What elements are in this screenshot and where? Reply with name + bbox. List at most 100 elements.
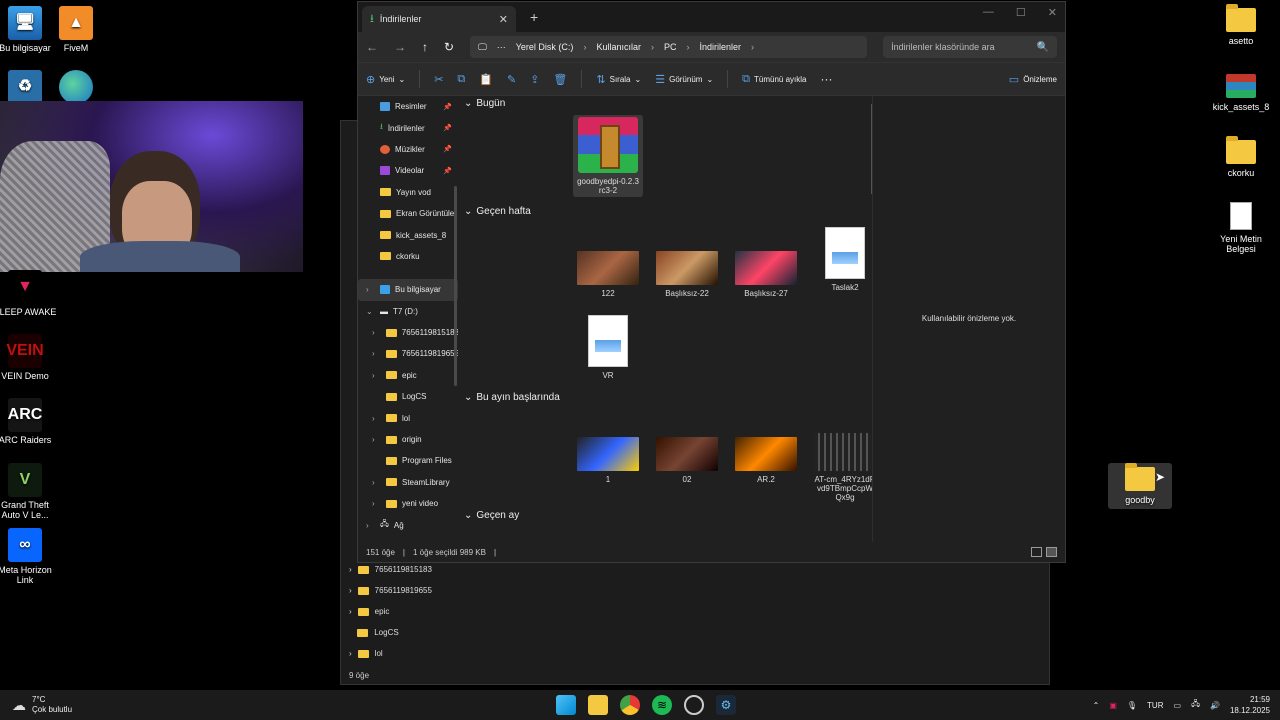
chrome-icon[interactable]	[620, 695, 640, 715]
app-tray-icon[interactable]: ▣	[1109, 701, 1117, 710]
volume-icon[interactable]: 🔊	[1210, 701, 1220, 710]
desktop-icon-arc-raiders[interactable]: ARC ARC Raiders	[0, 398, 57, 445]
forward-button[interactable]: →	[394, 40, 406, 54]
search-input[interactable]: İndirilenler klasöründe ara 🔍	[883, 36, 1057, 58]
pin-icon: 📌	[443, 103, 452, 111]
network-icon[interactable]: 🖧	[1191, 698, 1200, 712]
nav-item-yayin-vod[interactable]: Yayın vod	[358, 182, 458, 203]
new-button[interactable]: ⊕ Yeni ⌄	[366, 73, 405, 86]
sleep-awake-icon: ▼	[8, 270, 42, 304]
group-header-last-month[interactable]: ⌄ Geçen ay	[464, 510, 519, 521]
group-header-this-month[interactable]: ⌄ Bu ayın başlarında	[464, 392, 560, 403]
display-icon[interactable]: ▭	[1174, 701, 1182, 710]
file-item[interactable]: AR.2	[731, 437, 801, 484]
share-icon[interactable]: ⇪	[530, 73, 539, 86]
bg-tree-item[interactable]: LogCS	[349, 622, 449, 643]
nav-item-videos[interactable]: Videolar 📌	[358, 160, 458, 181]
tiles-view-button[interactable]	[1046, 547, 1057, 557]
maximize-button[interactable]: ☐	[1016, 6, 1026, 19]
extract-all-button[interactable]: ⧉ Tümünü ayıkla	[742, 73, 806, 86]
nav-item-folder[interactable]: Program Files	[358, 450, 458, 471]
breadcrumb-users[interactable]: Kullanıcılar	[596, 42, 641, 52]
weather-widget[interactable]: ☁ 7°C Çok bulutlu	[12, 695, 72, 715]
paste-icon[interactable]: 📋	[479, 73, 493, 86]
nav-item-folder[interactable]: › lol	[358, 407, 458, 428]
nav-item-pictures[interactable]: Resimler 📌	[358, 96, 458, 117]
desktop-icon-kick-assets[interactable]: kick_assets_8	[1209, 74, 1273, 112]
bg-tree-item[interactable]: › 7656119819655	[349, 580, 449, 601]
file-item[interactable]: 02	[652, 437, 722, 484]
breadcrumb-pc[interactable]: PC	[664, 42, 677, 52]
sort-button[interactable]: ⇅ Sırala ⌄	[596, 73, 641, 86]
nav-item-folder[interactable]: › origin	[358, 429, 458, 450]
microphone-icon[interactable]: 🎙	[1127, 701, 1137, 710]
minimize-button[interactable]: —	[983, 6, 994, 19]
bg-tree-item[interactable]: › lol	[349, 643, 449, 664]
nav-item-downloads[interactable]: ⭳ İndirilenler 📌	[358, 117, 458, 138]
details-view-button[interactable]	[1031, 547, 1042, 557]
spotify-icon[interactable]: ≋	[652, 695, 672, 715]
up-button[interactable]: ↑	[422, 40, 428, 54]
back-button[interactable]: ←	[366, 40, 378, 54]
file-explorer-icon[interactable]	[588, 695, 608, 715]
explorer-window[interactable]: ⭳ İndirilenler ✕ + — ☐ ✕ ← → ↑ ↻ 🖵 ··· Y…	[357, 1, 1066, 563]
refresh-button[interactable]: ↻	[444, 40, 454, 54]
file-item[interactable]: AT-cm_4RYz1dRvd9TBmpCcpWQx9g	[810, 433, 872, 502]
delete-icon[interactable]: 🗑	[553, 73, 567, 86]
preview-pane-button[interactable]: ▭ Önizleme	[1009, 73, 1057, 86]
show-hidden-icons-chevron-icon[interactable]: ⌃	[1093, 701, 1100, 710]
nav-item-folder[interactable]: LogCS	[358, 386, 458, 407]
more-path-icon[interactable]: ···	[497, 42, 506, 52]
desktop-icon-meta-horizon[interactable]: ∞ Meta Horizon Link	[0, 528, 57, 585]
nav-scrollbar[interactable]	[454, 186, 457, 386]
file-item[interactable]: 122	[573, 251, 643, 298]
nav-item-kick-assets[interactable]: kick_assets_8	[358, 224, 458, 245]
rename-icon[interactable]: ✎	[507, 73, 516, 86]
breadcrumb-drive[interactable]: Yerel Disk (C:)	[516, 42, 574, 52]
image-thumbnail	[735, 251, 797, 285]
view-button[interactable]: ☰ Görünüm ⌄	[655, 73, 713, 86]
cut-icon[interactable]: ✂	[434, 73, 443, 86]
address-bar[interactable]: 🖵 ··· Yerel Disk (C:) › Kullanıcılar › PC ›…	[470, 36, 868, 58]
group-header-last-week[interactable]: ⌄ Geçen hafta	[464, 206, 531, 217]
language-indicator[interactable]: TUR	[1147, 701, 1163, 710]
file-item[interactable]: 1	[573, 437, 643, 484]
file-item[interactable]: VR	[573, 315, 643, 380]
steam-icon[interactable]: ⚙	[716, 695, 736, 715]
desktop-icon-sleep-awake[interactable]: ▼ SLEEP AWAKE	[0, 270, 57, 317]
close-tab-icon[interactable]: ✕	[499, 13, 508, 26]
nav-item-network[interactable]: › 🖧 Ağ	[358, 514, 458, 535]
desktop-icon-asetto[interactable]: asetto	[1209, 4, 1273, 46]
tab-downloads[interactable]: ⭳ İndirilenler ✕	[362, 6, 516, 32]
more-options-icon[interactable]: ···	[820, 72, 832, 86]
copy-icon[interactable]: ⧉	[457, 73, 465, 86]
clock[interactable]: 21:59 18.12.2025	[1230, 694, 1270, 716]
file-item[interactable]: Başlıksız-27	[731, 251, 801, 298]
nav-item-folder[interactable]: › 7656119815183	[358, 322, 458, 343]
desktop-icon-vein[interactable]: VEIN VEIN Demo	[0, 334, 57, 381]
desktop-icon-fivem[interactable]: ▲ FiveM	[44, 6, 108, 53]
breadcrumb-downloads[interactable]: İndirilenler	[699, 42, 741, 52]
file-item[interactable]: Taslak2	[810, 227, 872, 292]
desktop-icon-gta-v[interactable]: V Grand Theft Auto V Le...	[0, 463, 57, 520]
nav-item-folder[interactable]: › 7656119819655	[358, 343, 458, 364]
nav-item-drive-t7[interactable]: ⌄ ▬ T7 (D:)	[358, 301, 458, 322]
desktop-icon-ckorku[interactable]: ckorku	[1209, 136, 1273, 178]
document-icon	[588, 315, 628, 367]
nav-item-ckorku[interactable]: ckorku	[358, 246, 458, 267]
close-button[interactable]: ✕	[1048, 6, 1057, 19]
new-tab-button[interactable]: +	[530, 9, 538, 25]
desktop-icon-new-text[interactable]: Yeni Metin Belgesi	[1209, 202, 1273, 254]
group-header-today[interactable]: ⌄ Bugün	[464, 98, 505, 109]
file-item[interactable]: goodbyedpi-0.2.3rc3-2	[573, 115, 643, 197]
nav-item-folder[interactable]: › SteamLibrary	[358, 472, 458, 493]
bg-tree-item[interactable]: › epic	[349, 601, 449, 622]
github-icon[interactable]	[684, 695, 704, 715]
file-item[interactable]: Başlıksız-22	[652, 251, 722, 298]
nav-item-music[interactable]: Müzikler 📌	[358, 139, 458, 160]
nav-item-folder[interactable]: › epic	[358, 365, 458, 386]
start-button[interactable]	[556, 695, 576, 715]
nav-item-screenshots[interactable]: Ekran Görüntüle	[358, 203, 458, 224]
nav-item-folder[interactable]: › yeni video	[358, 493, 458, 514]
nav-item-this-pc[interactable]: › Bu bilgisayar	[358, 279, 458, 301]
